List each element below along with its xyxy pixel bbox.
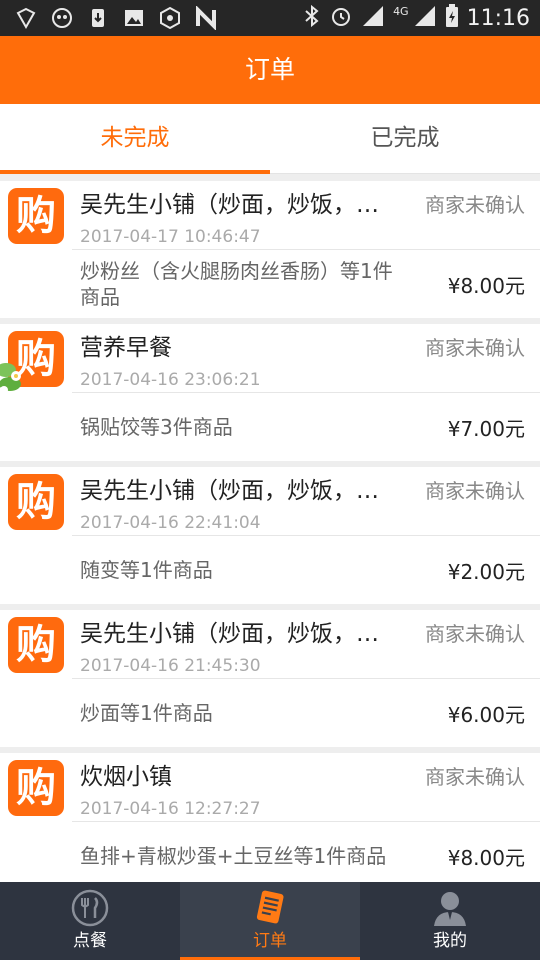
- shop-logo-icon: 购: [8, 474, 64, 530]
- nav-profile[interactable]: 我的: [360, 882, 540, 960]
- shop-logo-glyph: 购: [16, 622, 56, 668]
- system-icons: 4G 11:16: [295, 4, 530, 32]
- nav-order-food[interactable]: 点餐: [0, 882, 180, 960]
- n-icon: [194, 5, 218, 31]
- order-status: 商家未确认: [425, 336, 525, 360]
- divider: [72, 249, 540, 250]
- order-card[interactable]: 购 吴先生小铺（炒面，炒饭，… 商家未确认 2017-04-16 21:45:3…: [0, 610, 540, 747]
- alarm-icon: [329, 4, 353, 32]
- shop-logo-icon: 购: [8, 617, 64, 673]
- order-price: ¥8.00元: [447, 845, 525, 870]
- order-card[interactable]: 购 吴先生小铺（炒面，炒饭，… 商家未确认 2017-04-16 22:41:0…: [0, 467, 540, 604]
- order-price: ¥8.00元: [447, 273, 525, 298]
- order-card[interactable]: 购 吴先生小铺（炒面，炒饭，… 商家未确认 2017-04-17 10:46:4…: [0, 181, 540, 318]
- face-icon: [50, 6, 74, 30]
- order-time: 2017-04-16 22:41:04: [80, 513, 261, 533]
- flower-decoration-icon: [0, 363, 21, 394]
- shop-logo-glyph: 购: [16, 193, 56, 239]
- order-items: 炒粉丝（含火腿肠肉丝香肠）等1件商品: [80, 259, 393, 309]
- order-list[interactable]: 购 吴先生小铺（炒面，炒饭，… 商家未确认 2017-04-17 10:46:4…: [0, 174, 540, 882]
- order-time: 2017-04-16 23:06:21: [80, 370, 261, 390]
- order-items: 随变等1件商品: [80, 558, 213, 582]
- shop-name: 营养早餐: [80, 335, 172, 361]
- download-icon: [86, 6, 110, 30]
- order-time: 2017-04-16 21:45:30: [80, 656, 261, 676]
- order-status: 商家未确认: [425, 622, 525, 646]
- clock: 11:16: [466, 5, 530, 31]
- nav-label: 订单: [253, 931, 287, 951]
- network-type: 4G: [393, 4, 409, 18]
- order-status: 商家未确认: [425, 479, 525, 503]
- order-items: 炒面等1件商品: [80, 701, 213, 725]
- shield-icon: [14, 6, 38, 30]
- shop-name: 炊烟小镇: [80, 764, 172, 790]
- battery-icon: [445, 4, 459, 32]
- shop-name: 吴先生小铺（炒面，炒饭，…: [80, 192, 379, 218]
- image-icon: [122, 6, 146, 30]
- order-price: ¥2.00元: [447, 559, 525, 584]
- fork-knife-icon: [71, 889, 109, 927]
- nav-label: 点餐: [73, 931, 107, 951]
- order-status: 商家未确认: [425, 765, 525, 789]
- page-title: 订单: [244, 55, 295, 84]
- order-card[interactable]: 购 营养早餐 商家未确认 2017-04-16 23:06:21 锅贴饺等3件商…: [0, 324, 540, 461]
- divider: [72, 821, 540, 822]
- order-items: 鱼排+青椒炒蛋+土豆丝等1件商品: [80, 844, 387, 868]
- order-status: 商家未确认: [425, 193, 525, 217]
- order-price: ¥7.00元: [447, 416, 525, 441]
- nav-orders[interactable]: 订单: [180, 882, 360, 960]
- divider: [72, 392, 540, 393]
- wifi-signal-icon: [361, 5, 385, 31]
- shop-logo-glyph: 购: [16, 479, 56, 525]
- order-time: 2017-04-17 10:46:47: [80, 227, 261, 247]
- status-bar: 4G 11:16: [0, 0, 540, 36]
- bottom-nav: 点餐 订单 我的: [0, 882, 540, 960]
- divider: [72, 535, 540, 536]
- order-tabs: 未完成 已完成: [0, 104, 540, 174]
- nav-label: 我的: [433, 931, 467, 951]
- order-items: 锅贴饺等3件商品: [80, 415, 233, 439]
- divider: [72, 678, 540, 679]
- shop-logo-glyph: 购: [16, 765, 56, 811]
- order-time: 2017-04-16 12:27:27: [80, 799, 261, 819]
- tab-unfinished[interactable]: 未完成: [0, 104, 270, 174]
- order-price: ¥6.00元: [447, 702, 525, 727]
- receipt-icon: [256, 890, 284, 924]
- hexagon-icon: [158, 6, 182, 30]
- bluetooth-icon: [303, 4, 321, 32]
- shop-name: 吴先生小铺（炒面，炒饭，…: [80, 621, 379, 647]
- cell-signal-icon: [413, 5, 437, 31]
- shop-logo-icon: 购: [8, 188, 64, 244]
- app-header: 订单: [0, 36, 540, 104]
- user-icon: [434, 892, 466, 926]
- order-card[interactable]: 购 炊烟小镇 商家未确认 2017-04-16 12:27:27 鱼排+青椒炒蛋…: [0, 753, 540, 882]
- notification-icons: [14, 5, 230, 31]
- shop-name: 吴先生小铺（炒面，炒饭，…: [80, 478, 379, 504]
- shop-logo-icon: 购: [8, 760, 64, 816]
- tab-finished[interactable]: 已完成: [270, 104, 540, 173]
